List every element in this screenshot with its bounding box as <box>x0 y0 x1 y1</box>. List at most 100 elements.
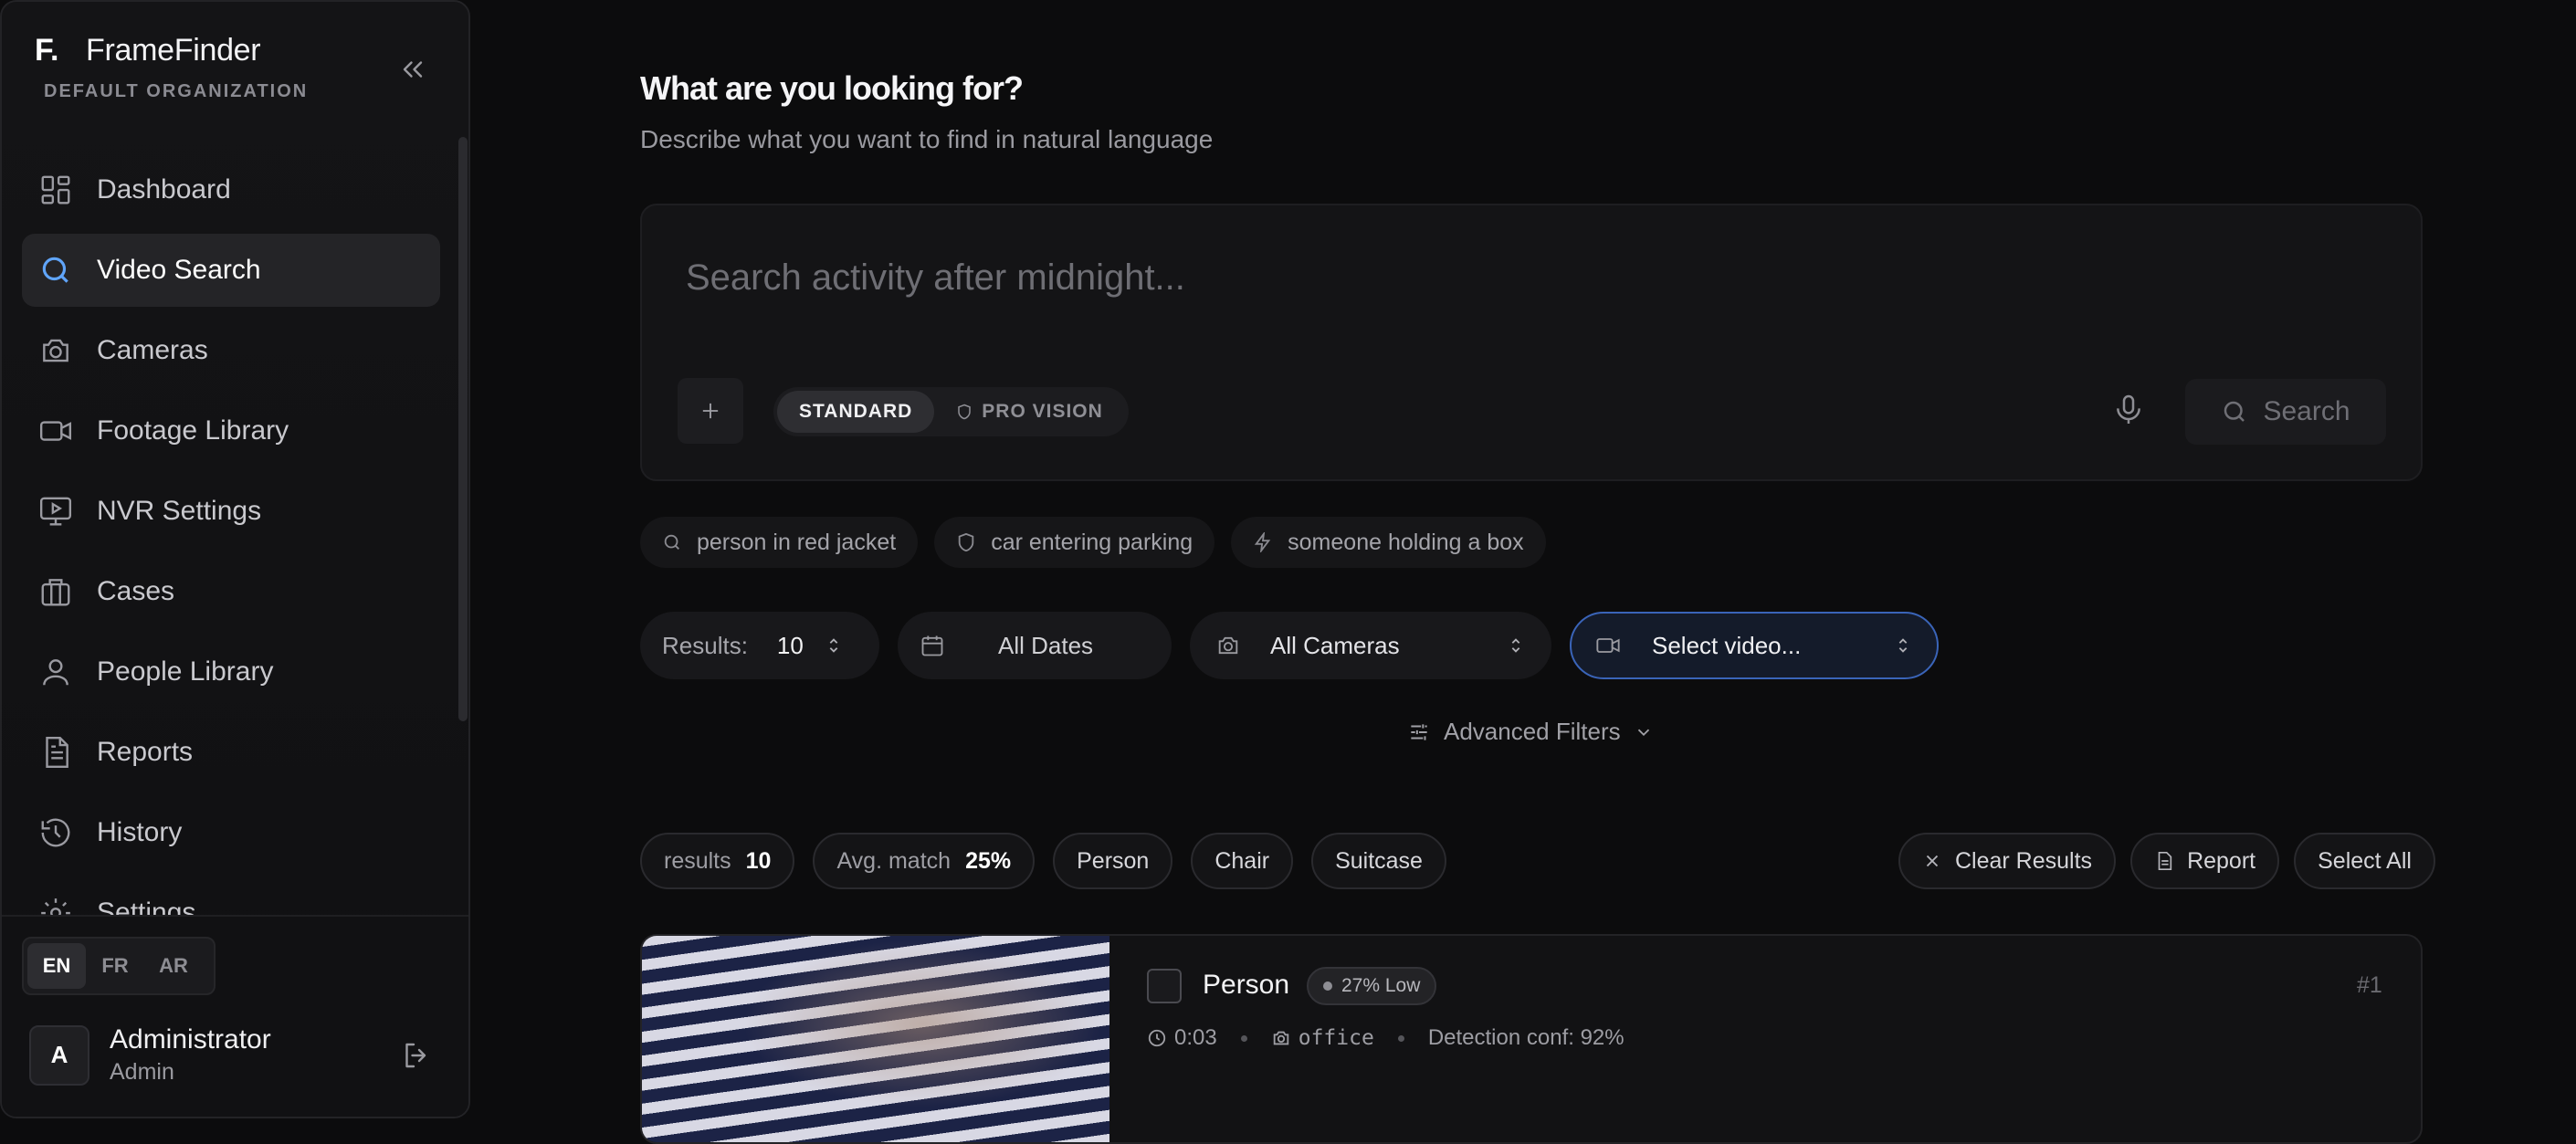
result-time: 0:03 <box>1174 1025 1217 1050</box>
suggestion-label: someone holding a box <box>1288 529 1524 555</box>
sidebar-item-history[interactable]: History <box>22 796 440 869</box>
collapse-sidebar-icon[interactable] <box>396 53 429 86</box>
sidebar-item-reports[interactable]: Reports <box>22 716 440 789</box>
suggestion-label: person in red jacket <box>697 529 897 555</box>
video-select[interactable]: Select video... <box>1570 612 1939 679</box>
clock-icon <box>1148 1029 1166 1047</box>
advanced-filters-toggle[interactable]: Advanced Filters <box>1407 718 1654 746</box>
results-count-badge: results 10 <box>640 833 795 889</box>
results-value: 10 <box>776 631 804 659</box>
microphone-icon[interactable] <box>2110 392 2147 428</box>
chevron-updown-icon <box>829 638 838 653</box>
sidebar-item-label: Cases <box>97 576 175 606</box>
report-button[interactable]: Report <box>2130 833 2280 889</box>
user-name: Administrator <box>110 1024 271 1055</box>
search-input[interactable] <box>684 257 2331 299</box>
results-label: Results: <box>662 631 748 659</box>
shield-icon <box>958 532 974 552</box>
video-select-value: Select video... <box>1652 631 1802 659</box>
select-all-button[interactable]: Select All <box>2294 833 2435 889</box>
add-attachment-button[interactable] <box>678 378 743 444</box>
search-button[interactable]: Search <box>2185 379 2386 445</box>
sidebar-item-people-library[interactable]: People Library <box>22 635 440 708</box>
separator-dot <box>1240 1034 1247 1042</box>
result-meta: 0:03 office Detection conf: 92% <box>1147 1025 1624 1051</box>
search-mode-toggle: STANDARD PRO VISION <box>773 387 1129 436</box>
sidebar-item-label: NVR Settings <box>97 496 262 526</box>
history-icon <box>38 815 73 850</box>
result-rank: #1 <box>2357 972 2382 998</box>
app-name: FrameFinder <box>86 33 261 68</box>
page-subtitle: Describe what you want to find in natura… <box>640 125 1214 153</box>
results-count-value: 10 <box>745 847 772 874</box>
class-filter-suitcase[interactable]: Suitcase <box>1311 833 1446 889</box>
results-actions: Clear Results Report Select All <box>1884 833 2435 889</box>
sidebar-item-cameras[interactable]: Cameras <box>22 314 440 387</box>
sidebar-scrollbar[interactable] <box>458 137 468 721</box>
language-ar[interactable]: AR <box>144 943 203 989</box>
mode-pro-vision[interactable]: PRO VISION <box>934 391 1125 433</box>
result-camera: office <box>1298 1026 1374 1050</box>
user-profile[interactable]: A Administrator Admin <box>29 1024 271 1086</box>
sidebar-item-label: Footage Library <box>97 415 289 446</box>
sidebar-item-cases[interactable]: Cases <box>22 555 440 628</box>
search-icon <box>2224 401 2245 422</box>
sidebar-nav: Dashboard Video Search Cameras Footage L… <box>22 153 440 957</box>
logout-icon[interactable] <box>400 1039 433 1072</box>
sidebar-item-label: Reports <box>97 737 194 767</box>
video-icon <box>1596 638 1620 653</box>
search-panel: STANDARD PRO VISION Search <box>640 204 2423 481</box>
clear-results-button[interactable]: Clear Results <box>1898 833 2117 889</box>
camera-icon <box>1218 636 1238 655</box>
dashboard-icon <box>38 173 73 207</box>
language-en[interactable]: EN <box>27 943 86 989</box>
sidebar-item-footage-library[interactable]: Footage Library <box>22 394 440 467</box>
date-filter[interactable]: All Dates <box>898 612 1172 679</box>
result-thumbnail[interactable] <box>642 936 1109 1142</box>
avg-match-label: Avg. match <box>836 847 952 874</box>
avatar: A <box>29 1024 89 1086</box>
page-title: What are you looking for? <box>640 69 1024 107</box>
sidebar: F. FrameFinder DEFAULT ORGANIZATION Dash… <box>0 0 470 1118</box>
close-icon <box>1926 855 1939 867</box>
suggestion-chip[interactable]: person in red jacket <box>640 517 919 568</box>
suggestion-label: car entering parking <box>991 529 1193 555</box>
sidebar-item-label: Cameras <box>97 335 208 365</box>
chevron-updown-icon <box>1898 638 1908 653</box>
brand[interactable]: F. FrameFinder <box>35 33 261 68</box>
filter-bar: Results: 10 All Dates All Cameras Select… <box>640 612 1957 679</box>
plus-icon <box>702 403 719 419</box>
chevron-down-icon <box>1637 729 1649 736</box>
camera-filter-value: All Cameras <box>1270 631 1400 659</box>
app-logo: F. <box>35 33 71 68</box>
document-icon <box>38 735 73 770</box>
suggestion-chip[interactable]: someone holding a box <box>1231 517 1546 568</box>
video-icon <box>38 414 73 448</box>
sidebar-item-nvr-settings[interactable]: NVR Settings <box>22 475 440 548</box>
avg-match-value: 25% <box>965 847 1012 874</box>
result-select-checkbox[interactable] <box>1147 969 1182 1003</box>
result-card[interactable]: Person 27% Low #1 0:03 office Detection … <box>640 934 2423 1144</box>
result-detection-confidence: Detection conf: 92% <box>1427 1025 1624 1050</box>
camera-filter[interactable]: All Cameras <box>1190 612 1551 679</box>
organization-name: DEFAULT ORGANIZATION <box>44 81 309 101</box>
clear-results-label: Clear Results <box>1955 847 2093 874</box>
suggestion-chips: person in red jacket car entering parkin… <box>640 517 1562 568</box>
sidebar-item-label: Video Search <box>97 255 261 285</box>
results-summary: results 10 Avg. match 25% Person Chair S… <box>640 833 1465 889</box>
search-icon <box>38 253 73 288</box>
class-filter-person[interactable]: Person <box>1053 833 1173 889</box>
mode-pro-vision-label: PRO VISION <box>982 401 1103 422</box>
language-fr[interactable]: FR <box>86 943 144 989</box>
user-role: Admin <box>110 1059 174 1085</box>
confidence-dot <box>1323 981 1332 991</box>
sidebar-item-dashboard[interactable]: Dashboard <box>22 153 440 226</box>
results-count-select[interactable]: Results: 10 <box>640 612 879 679</box>
suggestion-chip[interactable]: car entering parking <box>934 517 1215 568</box>
sidebar-item-video-search[interactable]: Video Search <box>22 234 440 307</box>
sidebar-item-label: History <box>97 817 183 847</box>
mode-standard[interactable]: STANDARD <box>777 391 935 433</box>
class-filter-chair[interactable]: Chair <box>1191 833 1294 889</box>
sidebar-item-label: People Library <box>97 656 274 687</box>
date-filter-value: All Dates <box>998 631 1094 659</box>
